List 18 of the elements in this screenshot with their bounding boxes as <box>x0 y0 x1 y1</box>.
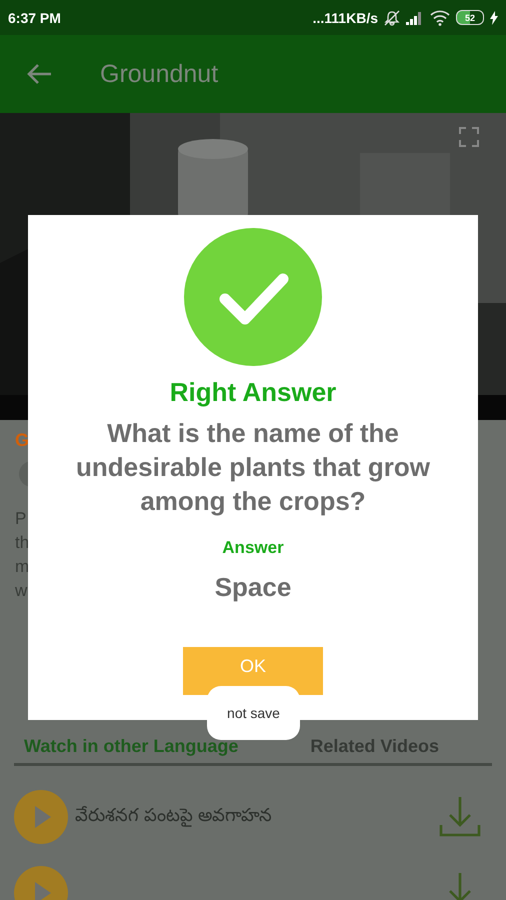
question-text: What is the name of the undesirable plants that grow among the crops? <box>75 417 431 518</box>
video-item-title[interactable]: వేరుశనగ పంటపై అవగాహన <box>75 804 432 830</box>
muted-bell-icon <box>384 10 400 26</box>
play-icon[interactable] <box>13 789 69 845</box>
fullscreen-icon[interactable] <box>459 127 479 147</box>
network-speed: ...111KB/s <box>312 10 378 26</box>
answer-label: Answer <box>222 538 284 558</box>
answer-text: Space <box>214 572 292 603</box>
result-title: Right Answer <box>170 377 336 408</box>
battery-icon: 52 <box>456 10 484 25</box>
app-title: Groundnut <box>100 60 218 88</box>
save-toast: not save <box>207 686 300 740</box>
signal-icon <box>406 10 424 24</box>
wifi-icon <box>430 10 450 26</box>
video-title: G <box>15 430 30 451</box>
status-time: 6:37 PM <box>8 10 61 26</box>
back-arrow-icon[interactable] <box>26 63 52 85</box>
download-icon[interactable] <box>438 795 482 839</box>
